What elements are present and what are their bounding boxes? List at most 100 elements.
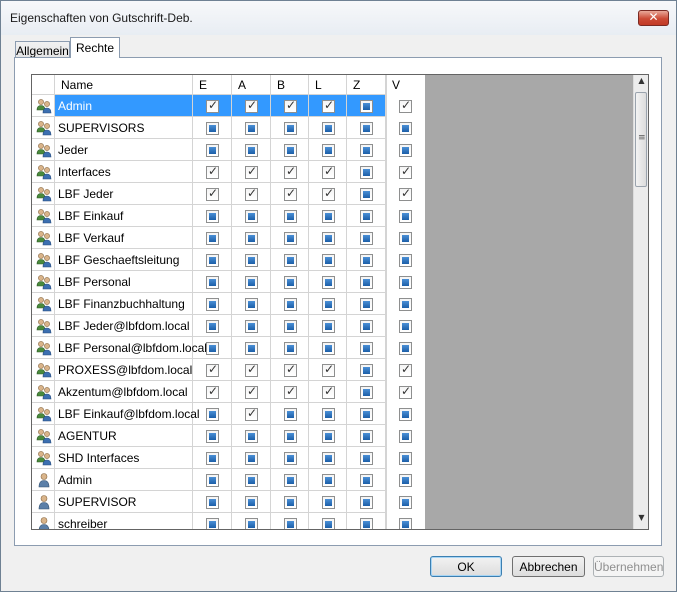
permission-checkbox-a[interactable] — [245, 144, 258, 157]
permission-checkbox-v[interactable] — [399, 430, 412, 443]
tab-rechte[interactable]: Rechte — [70, 37, 120, 58]
permission-checkbox-b[interactable] — [284, 452, 297, 465]
permission-checkbox-v[interactable] — [399, 518, 412, 529]
permission-checkbox-b[interactable] — [284, 474, 297, 487]
permission-checkbox-z[interactable] — [360, 518, 373, 529]
permission-checkbox-l[interactable] — [322, 496, 335, 509]
permission-checkbox-l[interactable] — [322, 430, 335, 443]
permission-checkbox-a[interactable] — [245, 122, 258, 135]
permission-checkbox-a[interactable] — [245, 342, 258, 355]
permission-checkbox-l[interactable] — [322, 144, 335, 157]
permission-checkbox-e[interactable] — [206, 430, 219, 443]
table-row[interactable]: Admin — [32, 95, 425, 117]
permission-checkbox-l[interactable] — [322, 298, 335, 311]
permission-checkbox-a[interactable] — [245, 298, 258, 311]
column-header-a[interactable]: A — [232, 75, 271, 95]
permission-checkbox-a[interactable] — [245, 518, 258, 529]
name-cell[interactable]: Akzentum@lbfdom.local — [55, 381, 193, 403]
table-row[interactable]: AGENTUR — [32, 425, 425, 447]
permission-checkbox-v[interactable] — [399, 210, 412, 223]
permission-checkbox-a[interactable] — [245, 164, 258, 179]
permission-checkbox-b[interactable] — [284, 98, 297, 113]
permission-checkbox-v[interactable] — [399, 186, 412, 201]
permission-checkbox-a[interactable] — [245, 430, 258, 443]
name-cell[interactable]: SUPERVISOR — [55, 491, 193, 513]
table-row[interactable]: Jeder — [32, 139, 425, 161]
scroll-down-arrow-icon[interactable]: ▼ — [634, 513, 648, 529]
permission-checkbox-e[interactable] — [206, 384, 219, 399]
permission-checkbox-e[interactable] — [206, 232, 219, 245]
permission-checkbox-l[interactable] — [322, 518, 335, 529]
name-cell[interactable]: LBF Jeder@lbfdom.local — [55, 315, 193, 337]
name-cell[interactable]: schreiber — [55, 513, 193, 529]
column-header-b[interactable]: B — [271, 75, 309, 95]
permission-checkbox-v[interactable] — [399, 384, 412, 399]
permission-checkbox-z[interactable] — [360, 342, 373, 355]
name-cell[interactable]: SUPERVISORS — [55, 117, 193, 139]
permission-checkbox-e[interactable] — [206, 342, 219, 355]
permission-checkbox-l[interactable] — [322, 276, 335, 289]
permission-checkbox-z[interactable] — [360, 122, 373, 135]
close-button[interactable]: ✕ — [638, 10, 669, 26]
permission-checkbox-l[interactable] — [322, 186, 335, 201]
permission-checkbox-a[interactable] — [245, 362, 258, 377]
permission-checkbox-a[interactable] — [245, 98, 258, 113]
table-row[interactable]: LBF Personal@lbfdom.local — [32, 337, 425, 359]
column-header-v[interactable]: V — [386, 75, 400, 95]
permission-checkbox-z[interactable] — [360, 474, 373, 487]
permission-checkbox-a[interactable] — [245, 474, 258, 487]
permission-checkbox-e[interactable] — [206, 164, 219, 179]
permission-checkbox-l[interactable] — [322, 474, 335, 487]
permission-checkbox-v[interactable] — [399, 254, 412, 267]
table-row[interactable]: SUPERVISORS — [32, 117, 425, 139]
name-cell[interactable]: LBF Finanzbuchhaltung — [55, 293, 193, 315]
permission-checkbox-a[interactable] — [245, 210, 258, 223]
permission-checkbox-l[interactable] — [322, 452, 335, 465]
table-row[interactable]: LBF Geschaeftsleitung — [32, 249, 425, 271]
permission-checkbox-l[interactable] — [322, 384, 335, 399]
name-cell[interactable]: PROXESS@lbfdom.local — [55, 359, 193, 381]
permission-checkbox-e[interactable] — [206, 320, 219, 333]
scroll-thumb[interactable]: ≡ — [635, 92, 647, 187]
permission-checkbox-l[interactable] — [322, 362, 335, 377]
permission-checkbox-z[interactable] — [360, 144, 373, 157]
permission-checkbox-v[interactable] — [399, 298, 412, 311]
permission-checkbox-v[interactable] — [399, 232, 412, 245]
name-cell[interactable]: SHD Interfaces — [55, 447, 193, 469]
permission-checkbox-l[interactable] — [322, 342, 335, 355]
permission-checkbox-l[interactable] — [322, 210, 335, 223]
permission-checkbox-l[interactable] — [322, 232, 335, 245]
permission-checkbox-z[interactable] — [360, 496, 373, 509]
table-row[interactable]: LBF Verkauf — [32, 227, 425, 249]
permission-checkbox-e[interactable] — [206, 276, 219, 289]
table-row[interactable]: LBF Finanzbuchhaltung — [32, 293, 425, 315]
permission-checkbox-z[interactable] — [360, 276, 373, 289]
permission-checkbox-v[interactable] — [399, 320, 412, 333]
permission-checkbox-l[interactable] — [322, 320, 335, 333]
permission-checkbox-e[interactable] — [206, 254, 219, 267]
permission-checkbox-b[interactable] — [284, 342, 297, 355]
name-cell[interactable]: Jeder — [55, 139, 193, 161]
permission-checkbox-z[interactable] — [360, 254, 373, 267]
permission-checkbox-b[interactable] — [284, 320, 297, 333]
title-bar[interactable]: Eigenschaften von Gutschrift-Deb. ✕ — [1, 1, 676, 35]
permission-checkbox-a[interactable] — [245, 496, 258, 509]
permission-checkbox-b[interactable] — [284, 518, 297, 529]
permission-checkbox-a[interactable] — [245, 452, 258, 465]
permission-checkbox-v[interactable] — [399, 98, 412, 113]
permission-checkbox-b[interactable] — [284, 496, 297, 509]
apply-button[interactable]: Übernehmen — [593, 556, 664, 577]
permission-checkbox-b[interactable] — [284, 186, 297, 201]
permission-checkbox-v[interactable] — [399, 122, 412, 135]
permission-checkbox-z[interactable] — [360, 100, 373, 113]
name-cell[interactable]: Interfaces — [55, 161, 193, 183]
name-cell[interactable]: Admin — [55, 95, 193, 117]
name-cell[interactable]: LBF Personal@lbfdom.local — [55, 337, 207, 359]
permission-checkbox-b[interactable] — [284, 408, 297, 421]
name-cell[interactable]: LBF Verkauf — [55, 227, 193, 249]
permission-checkbox-e[interactable] — [206, 122, 219, 135]
permission-checkbox-z[interactable] — [360, 452, 373, 465]
permission-checkbox-b[interactable] — [284, 276, 297, 289]
permission-checkbox-b[interactable] — [284, 164, 297, 179]
permission-checkbox-b[interactable] — [284, 298, 297, 311]
